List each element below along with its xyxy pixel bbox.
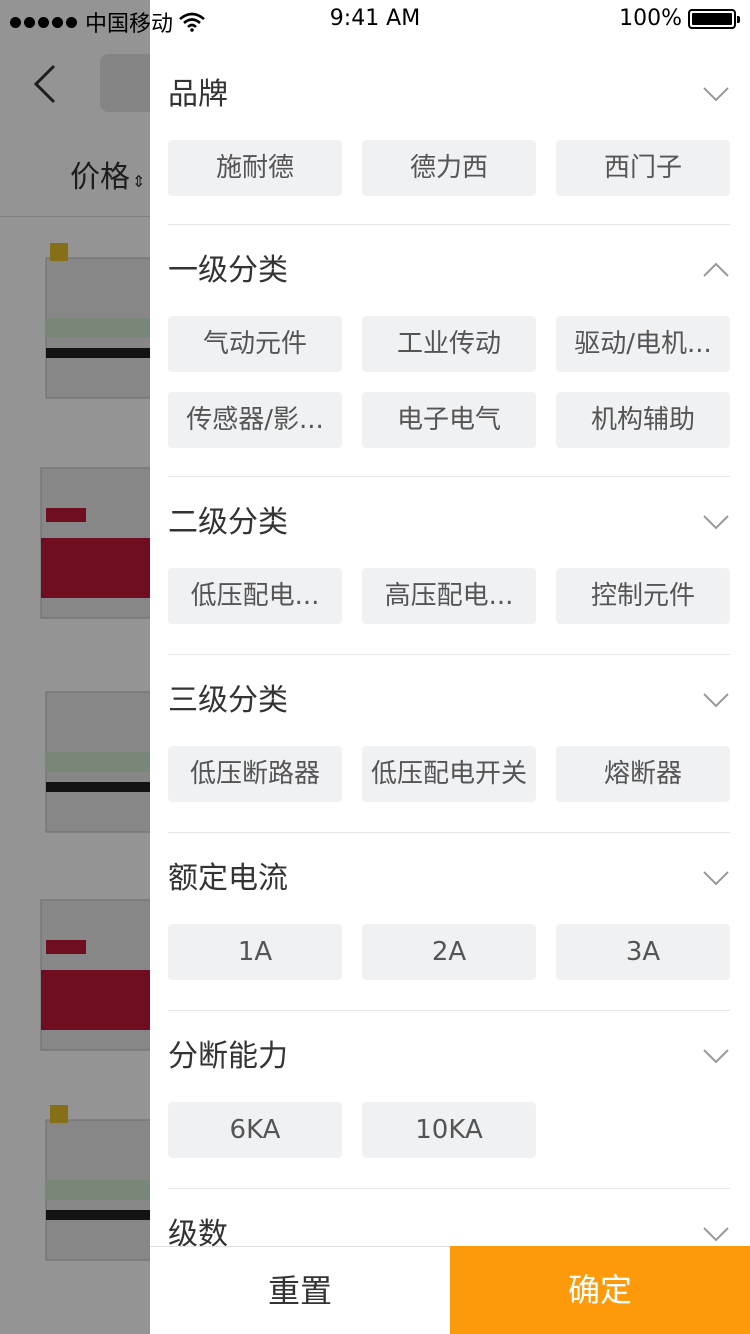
filter-option-chip[interactable]: 6KA (168, 1102, 342, 1158)
chevron-down-icon[interactable] (702, 866, 730, 890)
filter-option-chip[interactable]: 3A (556, 924, 730, 980)
filter-option-chip[interactable]: 传感器/影... (168, 392, 342, 448)
filter-section: 三级分类低压断路器 低压配电开关 熔断器 (168, 676, 730, 802)
reset-button[interactable]: 重置 (150, 1246, 450, 1334)
filter-option-chip[interactable]: 施耐德 (168, 140, 342, 196)
chevron-down-icon[interactable] (702, 1044, 730, 1068)
filter-option-chip[interactable]: 低压配电开关 (362, 746, 536, 802)
section-divider (168, 224, 730, 225)
section-divider (168, 654, 730, 655)
filter-option-chip[interactable]: 熔断器 (556, 746, 730, 802)
filter-section: 二级分类低压配电... 高压配电... 控制元件 (168, 498, 730, 624)
battery-icon (688, 8, 740, 29)
section-divider (168, 1188, 730, 1189)
chevron-down-icon[interactable] (702, 1222, 730, 1246)
filter-option-chip[interactable]: 低压断路器 (168, 746, 342, 802)
filter-option-chip[interactable]: 气动元件 (168, 316, 342, 372)
filter-option-chip[interactable]: 电子电气 (362, 392, 536, 448)
filter-section-title: 分断能力 (168, 1039, 288, 1074)
filter-section: 品牌施耐德 德力西 西门子 (168, 70, 730, 196)
filter-option-chip[interactable]: 10KA (362, 1102, 536, 1158)
filter-option-chip[interactable]: 控制元件 (556, 568, 730, 624)
confirm-button[interactable]: 确定 (450, 1246, 750, 1334)
filter-option-chip[interactable]: 高压配电... (362, 568, 536, 624)
filter-option-chip[interactable]: 低压配电... (168, 568, 342, 624)
filter-section: 一级分类气动元件 工业传动 驱动/电机... 传感器/影... 电子电气 机构辅助 (168, 246, 730, 448)
filter-option-chip[interactable]: 工业传动 (362, 316, 536, 372)
filter-section-header[interactable]: 额定电流 (168, 854, 730, 904)
chevron-down-icon[interactable] (702, 82, 730, 106)
battery-percentage: 100% (619, 6, 682, 31)
section-divider (168, 1010, 730, 1011)
section-divider (168, 476, 730, 477)
filter-section: 额定电流 1A 2A 3A (168, 854, 730, 980)
section-divider (168, 832, 730, 833)
status-bar: 中国移动 9:41 AM 100% (0, 0, 750, 40)
chevron-down-icon[interactable] (702, 510, 730, 534)
filter-option-chip[interactable]: 德力西 (362, 140, 536, 196)
filter-option-chip[interactable]: 机构辅助 (556, 392, 730, 448)
chevron-up-icon[interactable] (702, 258, 730, 282)
filter-section-header[interactable]: 品牌 (168, 70, 730, 120)
filter-section-header[interactable]: 三级分类 (168, 676, 730, 726)
chevron-down-icon[interactable] (702, 688, 730, 712)
filter-option-chip[interactable]: 驱动/电机... (556, 316, 730, 372)
filter-option-chip[interactable]: 西门子 (556, 140, 730, 196)
filter-option-chip[interactable]: 2A (362, 924, 536, 980)
filter-section-title: 一级分类 (168, 253, 288, 288)
filter-section-header[interactable]: 二级分类 (168, 498, 730, 548)
filter-section-title: 三级分类 (168, 683, 288, 718)
filter-section-header[interactable]: 一级分类 (168, 246, 730, 296)
filter-section-title: 二级分类 (168, 505, 288, 540)
filter-section-header[interactable]: 分断能力 (168, 1032, 730, 1082)
filter-option-chip[interactable]: 1A (168, 924, 342, 980)
filter-drawer: 品牌施耐德 德力西 西门子一级分类气动元件 工业传动 驱动/电机... 传感器/影... 电… (150, 0, 750, 1334)
filter-section-title: 品牌 (168, 77, 228, 112)
filter-section-title: 额定电流 (168, 861, 288, 896)
filter-section: 分断能力 6KA 10KA (168, 1032, 730, 1158)
